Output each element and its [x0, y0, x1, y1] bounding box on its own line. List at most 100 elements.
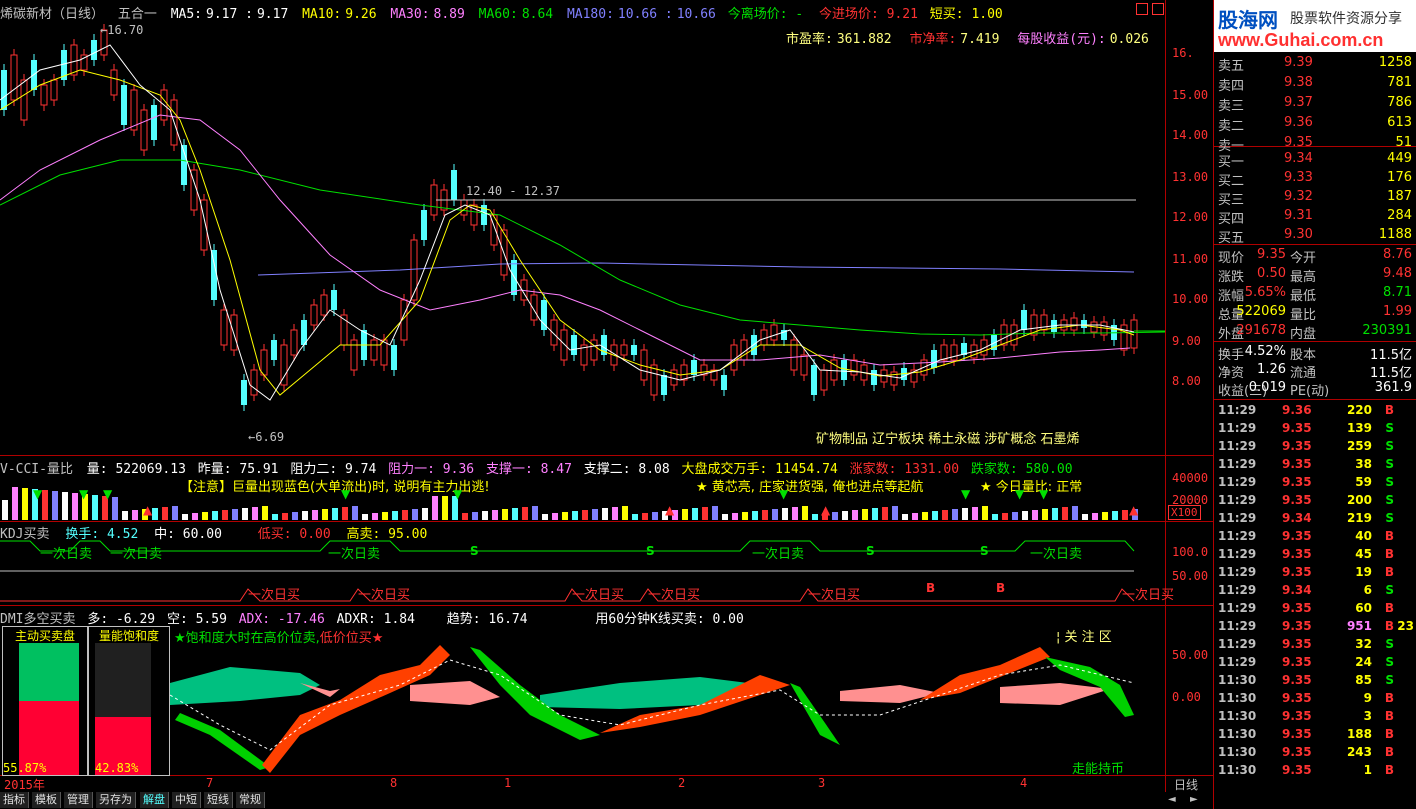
- tick-direction: S: [1385, 655, 1394, 669]
- tick-volume: 219: [1346, 511, 1372, 525]
- scroll-left-icon[interactable]: ◄: [1168, 794, 1176, 805]
- kdj-buy-signal: 一次日买: [572, 588, 625, 603]
- sell-arrow-icon: ▼: [453, 487, 463, 501]
- bid-row[interactable]: 买五 9.30 1188: [1216, 226, 1416, 246]
- tick-price: 9.35: [1282, 619, 1312, 633]
- main-chart-area[interactable]: 烯碳新材（日线） 五合一 MA5: 9.17 :9.17 MA10: 9.26 MA…: [0, 0, 1214, 809]
- volume-bar: [92, 495, 98, 520]
- price-chart[interactable]: [0, 0, 1165, 455]
- bottom-tab[interactable]: 常规: [236, 792, 265, 808]
- bottom-tab[interactable]: 短线: [204, 792, 233, 808]
- tick-direction: B: [1384, 619, 1394, 633]
- tick-time: 11:29: [1218, 619, 1257, 633]
- bid-row[interactable]: 买一 9.34 449: [1216, 150, 1416, 170]
- dmi-chart[interactable]: [0, 605, 1165, 775]
- bottom-tab[interactable]: 中短: [172, 792, 201, 808]
- ask-volume: 786: [1387, 95, 1412, 110]
- ask-row[interactable]: 卖五 9.39 1258: [1216, 54, 1416, 74]
- ask-price: 9.37: [1284, 95, 1313, 110]
- y-tick: 14.00: [1172, 128, 1209, 142]
- tick-volume: 6: [1363, 583, 1372, 597]
- volume-bar: [772, 509, 778, 520]
- ask-row[interactable]: 卖三 9.37 786: [1216, 94, 1416, 114]
- ask-label: 卖三: [1218, 99, 1245, 114]
- volume-bar: [552, 513, 558, 520]
- sell-arrow-icon: ▼: [779, 487, 789, 501]
- y-tick: 9.00: [1172, 334, 1201, 348]
- tick-time: 11:29: [1218, 421, 1257, 435]
- candle: [241, 380, 247, 405]
- ask-row[interactable]: 卖四 9.38 781: [1216, 74, 1416, 94]
- buy-arrow-icon: ▲: [143, 503, 153, 517]
- bid-label: 买三: [1218, 193, 1245, 208]
- volume-bar: [922, 512, 928, 520]
- tick-row: 11:29 9.35 951 B 23: [1216, 617, 1416, 635]
- dmi-pink-area: [840, 685, 940, 703]
- candle: [661, 375, 667, 395]
- volume-bar: [232, 509, 238, 520]
- volume-bar: [862, 509, 868, 520]
- kdj-s-mark: S: [646, 544, 655, 558]
- bid-label: 买五: [1218, 231, 1245, 246]
- tick-row: 11:29 9.34 219 S: [1216, 509, 1416, 527]
- volume-bar: [302, 511, 308, 520]
- sell-arrow-icon: ▼: [1039, 487, 1049, 501]
- volume-bar: [1002, 513, 1008, 520]
- tick-volume: 3: [1363, 709, 1372, 723]
- volume-bar: [572, 511, 578, 520]
- volume-bar: [622, 506, 628, 520]
- bid-row[interactable]: 买四 9.31 284: [1216, 207, 1416, 227]
- sell-arrow-icon: ▼: [341, 487, 351, 501]
- volume-bar: [252, 507, 258, 520]
- quote-row: 现价 9.35 今开 8.76: [1216, 246, 1416, 266]
- volume-bar: [912, 513, 918, 520]
- dmi-y1: 50.00: [1172, 648, 1209, 662]
- volume-bar: [1082, 514, 1088, 520]
- quote-value: 1.99: [1383, 304, 1412, 319]
- dmi-y2: 0.00: [1172, 690, 1201, 704]
- tick-volume: 1: [1363, 763, 1372, 777]
- tick-price: 9.35: [1282, 601, 1312, 615]
- kdj-b-mark: B: [926, 581, 936, 595]
- scroll-right-icon[interactable]: ►: [1190, 794, 1198, 805]
- volume-bar: [1122, 510, 1128, 520]
- volume-bar: [982, 506, 988, 520]
- volume-bar: [162, 507, 168, 520]
- y-tick: 16.: [1172, 46, 1194, 60]
- bottom-tab[interactable]: 管理: [64, 792, 93, 808]
- kdj-sell-signal: 一次日卖: [328, 547, 381, 562]
- candle: [271, 340, 277, 360]
- concept-tags: 矿物制品 辽宁板块 稀土永磁 涉矿概念 石墨烯: [816, 432, 1080, 447]
- bottom-tab[interactable]: 另存为: [96, 792, 136, 808]
- tick-price: 9.35: [1282, 457, 1312, 471]
- volume-bar: [412, 509, 418, 520]
- volume-bar: [742, 512, 748, 520]
- ask-price: 9.35: [1284, 135, 1313, 150]
- bottom-tab[interactable]: 指标: [0, 792, 29, 808]
- tick-price: 9.35: [1282, 547, 1312, 561]
- candle: [331, 290, 337, 310]
- tick-price: 9.36: [1282, 403, 1312, 417]
- bid-volume: 1188: [1378, 227, 1412, 242]
- candle: [380, 339, 388, 366]
- tick-direction: B: [1384, 601, 1394, 615]
- bottom-tab[interactable]: 模板: [32, 792, 61, 808]
- candle: [140, 109, 148, 151]
- bid-volume: 449: [1387, 151, 1412, 166]
- ask-row[interactable]: 卖二 9.36 613: [1216, 114, 1416, 134]
- volume-bar: [1112, 511, 1118, 520]
- tick-volume: 59: [1355, 475, 1372, 489]
- tick-price: 9.35: [1282, 637, 1312, 651]
- candle: [950, 344, 958, 361]
- bid-row[interactable]: 买三 9.32 187: [1216, 188, 1416, 208]
- volume-bars[interactable]: ▼ ▼ ▼ ▼ ▼ ▼ ▼ ▼ ▼ ▲ ▲ ▲ ▲: [0, 456, 1165, 522]
- tick-row: 11:30 9.35 3 B: [1216, 707, 1416, 725]
- tick-time: 11:29: [1218, 475, 1257, 489]
- tick-volume: 243: [1346, 745, 1372, 759]
- bottom-tab[interactable]: 解盘: [140, 792, 169, 808]
- tick-direction: S: [1385, 457, 1394, 471]
- candle: [230, 314, 238, 351]
- volume-bar: [62, 492, 68, 520]
- volume-bar: [692, 508, 698, 520]
- bid-row[interactable]: 买二 9.33 176: [1216, 169, 1416, 189]
